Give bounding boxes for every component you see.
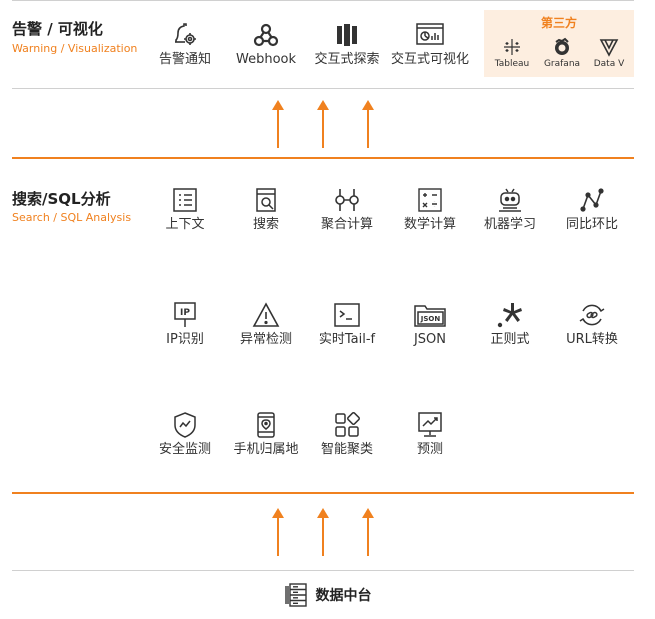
forecast-item[interactable]: 预测 <box>390 410 470 458</box>
interactive-explore-item[interactable]: 交互式探索 <box>307 20 387 68</box>
context-item[interactable]: 上下文 <box>145 185 225 233</box>
tableau-label: Tableau <box>494 59 530 69</box>
context-icon <box>145 185 225 215</box>
tail-label: 实时Tail-f <box>318 332 376 347</box>
json-folder-icon: JSON <box>390 300 470 330</box>
aggregate-label: 聚合计算 <box>320 217 373 232</box>
calculator-icon <box>390 185 470 215</box>
alert-section-subtitle: Warning / Visualization <box>12 42 138 55</box>
datav-item[interactable]: Data V <box>584 36 634 69</box>
forecast-label: 预测 <box>416 442 443 457</box>
ip-label: IP识别 <box>166 332 204 347</box>
json-label: JSON <box>413 332 447 347</box>
regex-label: 正则式 <box>490 332 530 347</box>
url-link-icon <box>552 300 632 330</box>
regex-icon <box>470 300 550 330</box>
alert-bottom-divider <box>12 88 634 89</box>
webhook-icon <box>226 20 306 50</box>
url-label: URL转换 <box>566 332 618 347</box>
security-item[interactable]: 安全监测 <box>145 410 225 458</box>
grafana-item[interactable]: Grafana <box>537 36 587 69</box>
third-party-panel: 第三方 Tableau Grafana Data V <box>484 10 634 77</box>
json-item[interactable]: JSON JSON <box>390 300 470 348</box>
upward-arrow-4 <box>272 508 284 556</box>
url-item[interactable]: URL转换 <box>552 300 632 348</box>
grafana-icon <box>537 36 587 58</box>
phone-location-label: 手机归属地 <box>233 442 299 457</box>
webhook-item[interactable]: Webhook <box>226 20 306 68</box>
interactive-visual-label: 交互式可视化 <box>390 52 469 67</box>
ml-item[interactable]: 机器学习 <box>470 185 550 233</box>
interactive-explore-label: 交互式探索 <box>314 52 380 67</box>
upward-arrow-6 <box>362 508 374 556</box>
math-item[interactable]: 数学计算 <box>390 185 470 233</box>
tableau-item[interactable]: Tableau <box>487 36 537 69</box>
upward-arrow-5 <box>317 508 329 556</box>
interactive-visual-item[interactable]: 交互式可视化 <box>390 20 470 68</box>
grafana-label: Grafana <box>543 59 581 69</box>
ip-pin-icon: IP <box>145 300 225 330</box>
warning-icon <box>226 300 306 330</box>
datav-icon <box>584 36 634 58</box>
search-section-subtitle: Search / SQL Analysis <box>12 211 132 224</box>
upward-arrow-1 <box>272 100 284 148</box>
context-label: 上下文 <box>165 217 205 232</box>
security-label: 安全监测 <box>158 442 211 457</box>
anomaly-item[interactable]: 异常检测 <box>226 300 306 348</box>
search-section-title: 搜索/SQL分析 <box>12 190 111 208</box>
datav-label: Data V <box>593 59 625 69</box>
search-bottom-divider <box>12 492 634 494</box>
cluster-label: 智能聚类 <box>320 442 373 457</box>
tail-item[interactable]: 实时Tail-f <box>307 300 387 348</box>
robot-icon <box>470 185 550 215</box>
search-doc-icon <box>226 185 306 215</box>
trend-line-icon <box>552 185 632 215</box>
cluster-icon <box>307 410 387 440</box>
math-label: 数学计算 <box>403 217 456 232</box>
bell-gear-icon <box>145 20 225 50</box>
svg-text:IP: IP <box>180 308 190 318</box>
forecast-icon <box>390 410 470 440</box>
search-item[interactable]: 搜索 <box>226 185 306 233</box>
anomaly-label: 异常检测 <box>239 332 292 347</box>
dashboard-icon <box>390 20 470 50</box>
data-platform[interactable]: 数据中台 <box>0 582 655 608</box>
alert-notify-item[interactable]: 告警通知 <box>145 20 225 68</box>
search-label: 搜索 <box>252 217 279 232</box>
third-party-title: 第三方 <box>540 16 577 30</box>
upward-arrow-2 <box>317 100 329 148</box>
phone-location-item[interactable]: 手机归属地 <box>226 410 306 458</box>
yoy-label: 同比环比 <box>565 217 618 232</box>
regex-item[interactable]: 正则式 <box>470 300 550 348</box>
aggregate-item[interactable]: 聚合计算 <box>307 185 387 233</box>
terminal-icon <box>307 300 387 330</box>
cluster-item[interactable]: 智能聚类 <box>307 410 387 458</box>
upward-arrow-3 <box>362 100 374 148</box>
ip-item[interactable]: IP IP识别 <box>145 300 225 348</box>
search-top-divider <box>12 157 634 159</box>
tableau-icon <box>487 36 537 58</box>
phone-location-icon <box>226 410 306 440</box>
alert-section-title: 告警 / 可视化 <box>12 20 103 38</box>
ml-label: 机器学习 <box>483 217 536 232</box>
platform-top-divider <box>12 570 634 571</box>
top-divider <box>12 0 634 1</box>
aggregate-icon <box>307 185 387 215</box>
data-platform-label: 数据中台 <box>315 588 372 604</box>
svg-text:JSON: JSON <box>420 315 441 323</box>
shield-icon <box>145 410 225 440</box>
server-rack-icon <box>284 582 310 608</box>
yoy-item[interactable]: 同比环比 <box>552 185 632 233</box>
alert-notify-label: 告警通知 <box>158 52 211 67</box>
explore-icon <box>307 20 387 50</box>
webhook-label: Webhook <box>235 52 297 67</box>
